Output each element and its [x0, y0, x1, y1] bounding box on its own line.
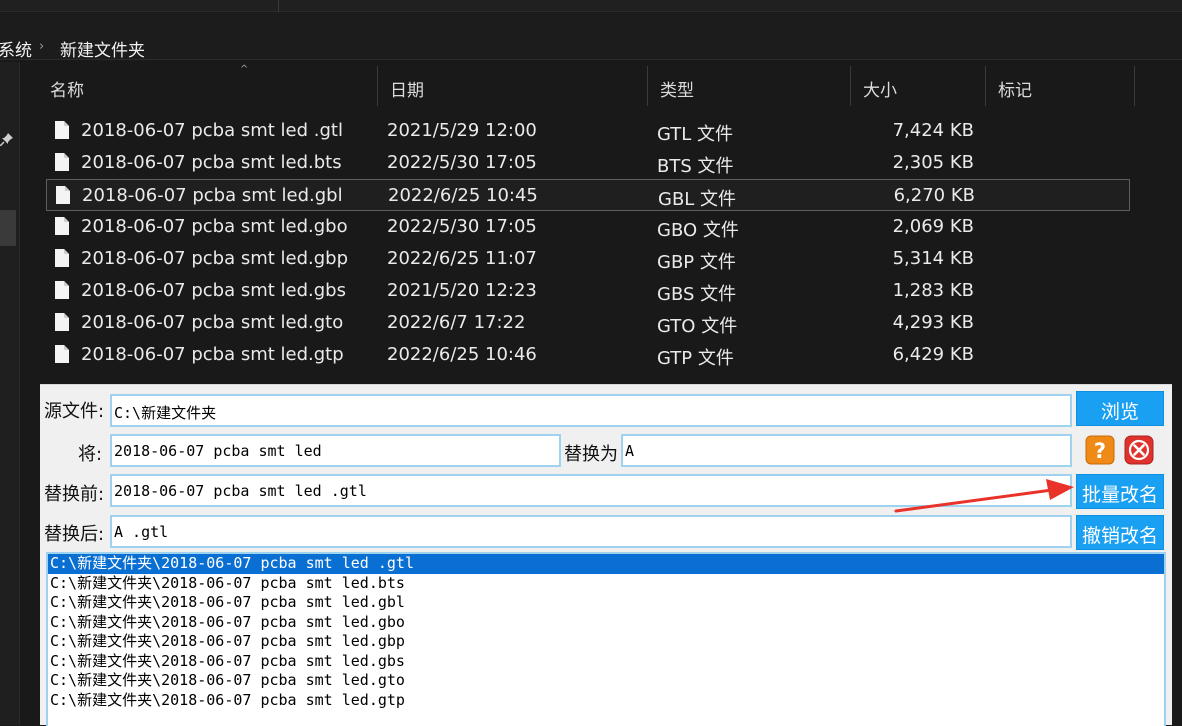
- replace-with-label: 替换为: [564, 444, 618, 465]
- file-row[interactable]: 2018-06-07 pcba smt led.gto 2022/6/7 17:…: [46, 307, 1130, 339]
- before-name-field[interactable]: 2018-06-07 pcba smt led .gtl: [110, 474, 1072, 507]
- file-type: BTS 文件: [657, 156, 734, 177]
- list-item[interactable]: C:\新建文件夹\2018-06-07 pcba smt led.gto: [48, 671, 1164, 691]
- file-size: 6,270 KB: [893, 185, 975, 206]
- file-name: 2018-06-07 pcba smt led.gtp: [81, 344, 344, 365]
- file-size: 2,305 KB: [892, 152, 974, 173]
- file-name: 2018-06-07 pcba smt led.gbp: [81, 248, 349, 269]
- list-item-selected[interactable]: C:\新建文件夹\2018-06-07 pcba smt led .gtl: [48, 554, 1164, 574]
- file-name: 2018-06-07 pcba smt led .gtl: [81, 120, 343, 141]
- address-bar[interactable]: 系统 › 新建文件夹: [0, 12, 1182, 61]
- list-item[interactable]: C:\新建文件夹\2018-06-07 pcba smt led.gtp: [48, 691, 1164, 711]
- file-icon: [55, 249, 69, 267]
- file-date: 2021/5/29 12:00: [387, 120, 537, 141]
- file-icon: [55, 153, 69, 171]
- file-date: 2022/5/30 17:05: [387, 216, 537, 237]
- list-item[interactable]: C:\新建文件夹\2018-06-07 pcba smt led.bts: [48, 574, 1164, 594]
- source-path-input[interactable]: C:\新建文件夹: [110, 394, 1072, 427]
- svg-text:?: ?: [1094, 439, 1106, 463]
- undo-rename-button[interactable]: 撤销改名: [1076, 515, 1164, 550]
- file-size: 2,069 KB: [892, 216, 974, 237]
- file-icon: [55, 313, 69, 331]
- file-size: 4,293 KB: [892, 312, 974, 333]
- breadcrumb-current[interactable]: 新建文件夹: [60, 36, 145, 61]
- file-date: 2022/6/25 11:07: [387, 248, 537, 269]
- file-size: 7,424 KB: [892, 120, 974, 141]
- title-strip: [0, 0, 1182, 12]
- replace-text-input[interactable]: A: [621, 434, 1072, 467]
- file-size: 6,429 KB: [892, 344, 974, 365]
- nav-selected-item[interactable]: [0, 210, 16, 246]
- list-item[interactable]: C:\新建文件夹\2018-06-07 pcba smt led.gbo: [48, 613, 1164, 633]
- file-name: 2018-06-07 pcba smt led.gbs: [81, 280, 346, 301]
- column-header-size[interactable]: 大小: [851, 66, 986, 106]
- file-size: 5,314 KB: [892, 248, 974, 269]
- navigation-pane: [0, 62, 20, 725]
- file-icon: [55, 217, 69, 235]
- file-type: GBS 文件: [657, 284, 737, 305]
- file-list: 2018-06-07 pcba smt led .gtl 2021/5/29 1…: [46, 115, 1130, 371]
- file-row[interactable]: 2018-06-07 pcba smt led .gtl 2021/5/29 1…: [46, 115, 1130, 147]
- file-path-list[interactable]: C:\新建文件夹\2018-06-07 pcba smt led .gtl C:…: [46, 552, 1166, 726]
- file-row[interactable]: 2018-06-07 pcba smt led.gtp 2022/6/25 10…: [46, 339, 1130, 371]
- file-name: 2018-06-07 pcba smt led.gto: [81, 312, 344, 333]
- column-header-date[interactable]: 日期: [378, 66, 648, 106]
- list-item[interactable]: C:\新建文件夹\2018-06-07 pcba smt led.gbp: [48, 632, 1164, 652]
- before-label: 替换前:: [44, 484, 105, 505]
- file-size: 1,283 KB: [892, 280, 974, 301]
- pin-icon[interactable]: [0, 132, 14, 146]
- column-header: ^ 名称 日期 类型 大小 标记: [38, 64, 1138, 106]
- file-type: GBP 文件: [657, 252, 736, 273]
- file-type: GBO 文件: [657, 220, 739, 241]
- after-label: 替换后:: [44, 524, 105, 545]
- find-text-input[interactable]: 2018-06-07 pcba smt led: [110, 434, 561, 467]
- file-row[interactable]: 2018-06-07 pcba smt led.bts 2022/5/30 17…: [46, 147, 1130, 179]
- file-date: 2022/6/25 10:46: [387, 344, 537, 365]
- column-header-type[interactable]: 类型: [648, 66, 851, 106]
- file-name: 2018-06-07 pcba smt led.gbo: [81, 216, 348, 237]
- file-icon: [55, 281, 69, 299]
- close-icon[interactable]: [1124, 435, 1154, 465]
- file-row[interactable]: 2018-06-07 pcba smt led.gbs 2021/5/20 12…: [46, 275, 1130, 307]
- browse-button[interactable]: 浏览: [1076, 391, 1164, 426]
- after-name-field[interactable]: A .gtl: [110, 515, 1072, 548]
- batch-rename-button[interactable]: 批量改名: [1076, 474, 1164, 509]
- file-icon: [56, 186, 70, 204]
- file-icon: [55, 121, 69, 139]
- column-header-name[interactable]: 名称: [38, 66, 378, 106]
- breadcrumb-previous[interactable]: 系统: [0, 36, 32, 61]
- source-label: 源文件:: [44, 401, 105, 422]
- file-date: 2022/6/25 10:45: [388, 185, 538, 206]
- file-date: 2022/5/30 17:05: [387, 152, 537, 173]
- file-date: 2022/6/7 17:22: [387, 312, 526, 333]
- chevron-right-icon[interactable]: ›: [39, 39, 44, 54]
- file-row[interactable]: 2018-06-07 pcba smt led.gbp 2022/6/25 11…: [46, 243, 1130, 275]
- file-name: 2018-06-07 pcba smt led.gbl: [82, 185, 343, 206]
- batch-rename-tool: 源文件: C:\新建文件夹 浏览 将: 2018-06-07 pcba smt …: [40, 384, 1172, 726]
- file-row[interactable]: 2018-06-07 pcba smt led.gbo 2022/5/30 17…: [46, 211, 1130, 243]
- find-label: 将:: [78, 444, 103, 465]
- column-header-tags[interactable]: 标记: [986, 66, 1135, 106]
- file-name: 2018-06-07 pcba smt led.bts: [81, 152, 342, 173]
- help-icon[interactable]: ?: [1085, 435, 1115, 465]
- list-item[interactable]: C:\新建文件夹\2018-06-07 pcba smt led.gbs: [48, 652, 1164, 672]
- file-type: GTL 文件: [657, 124, 734, 145]
- file-row-selected[interactable]: 2018-06-07 pcba smt led.gbl 2022/6/25 10…: [46, 179, 1130, 211]
- file-date: 2021/5/20 12:23: [387, 280, 537, 301]
- file-icon: [55, 345, 69, 363]
- file-type: GTP 文件: [657, 348, 734, 369]
- list-item[interactable]: C:\新建文件夹\2018-06-07 pcba smt led.gbl: [48, 593, 1164, 613]
- file-type: GBL 文件: [658, 189, 737, 210]
- file-type: GTO 文件: [657, 316, 738, 337]
